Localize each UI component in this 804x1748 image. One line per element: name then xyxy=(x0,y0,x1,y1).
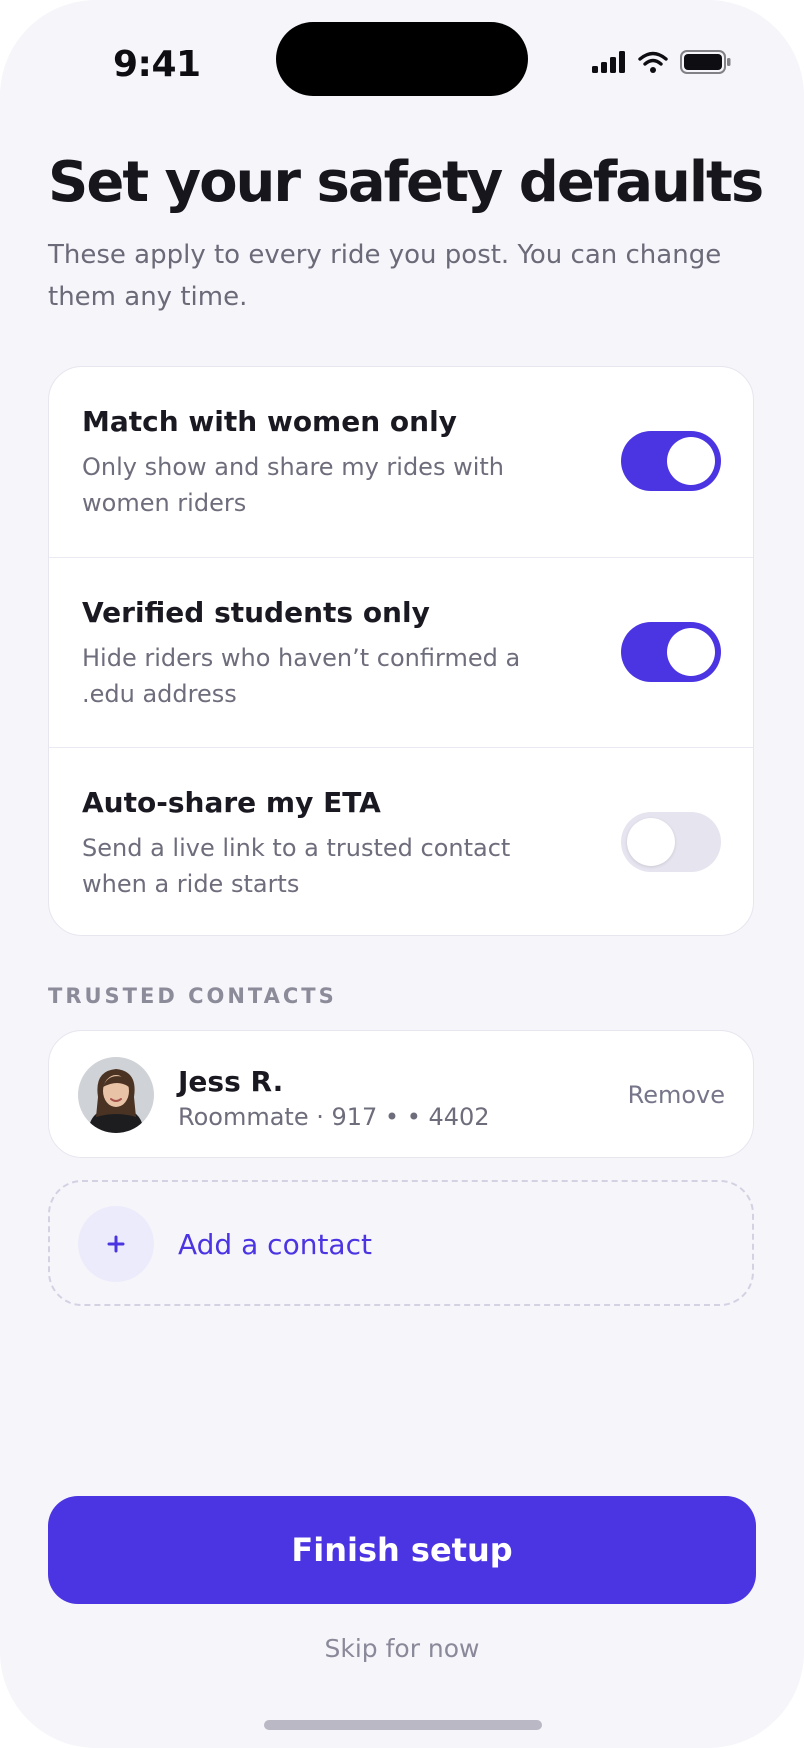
battery-icon xyxy=(680,50,732,78)
skip-for-now-link[interactable]: Skip for now xyxy=(0,1634,804,1663)
phone-screen: 9:41 Set your safety defaults These appl… xyxy=(0,0,804,1748)
dynamic-island xyxy=(276,22,528,96)
page-subtitle: These apply to every ride you post. You … xyxy=(48,240,722,312)
wifi-icon xyxy=(638,51,668,77)
status-time: 9:41 xyxy=(113,44,201,85)
avatar xyxy=(78,1057,154,1133)
cellular-signal-icon xyxy=(592,51,626,77)
setting-description: Hide riders who haven’t confirmed a .edu… xyxy=(82,644,521,708)
page-title: Set your safety defaults xyxy=(48,150,764,215)
finish-setup-button[interactable]: Finish setup xyxy=(48,1496,756,1604)
toggle-knob xyxy=(667,437,715,485)
setting-description: Only show and share my rides with women … xyxy=(82,453,504,517)
add-contact-label: Add a contact xyxy=(178,1228,372,1261)
contact-name: Jess R. xyxy=(178,1065,284,1098)
setting-row-women-only: Match with women only Only show and shar… xyxy=(49,367,753,557)
setting-title: Verified students only xyxy=(82,596,430,629)
status-icons xyxy=(592,50,732,78)
setting-description: Send a live link to a trusted contact wh… xyxy=(82,834,511,898)
toggle-knob xyxy=(627,818,675,866)
setting-title: Auto-share my ETA xyxy=(82,786,381,819)
women-only-toggle[interactable] xyxy=(621,431,721,491)
toggle-knob xyxy=(667,628,715,676)
setting-row-auto-share-eta: Auto-share my ETA Send a live link to a … xyxy=(49,747,753,935)
contact-item: Jess R. Roommate · 917 • • 4402 Remove xyxy=(48,1030,754,1158)
remove-contact-button[interactable]: Remove xyxy=(628,1081,725,1109)
add-contact-button[interactable]: Add a contact xyxy=(48,1180,754,1306)
trusted-contacts-label: TRUSTED CONTACTS xyxy=(48,984,337,1008)
auto-share-eta-toggle[interactable] xyxy=(621,812,721,872)
home-indicator[interactable] xyxy=(264,1720,542,1730)
setting-row-verified-students: Verified students only Hide riders who h… xyxy=(49,557,753,747)
plus-icon xyxy=(78,1206,154,1282)
verified-students-toggle[interactable] xyxy=(621,622,721,682)
setting-title: Match with women only xyxy=(82,405,457,438)
safety-settings-card: Match with women only Only show and shar… xyxy=(48,366,754,936)
contact-detail: Roommate · 917 • • 4402 xyxy=(178,1103,490,1131)
